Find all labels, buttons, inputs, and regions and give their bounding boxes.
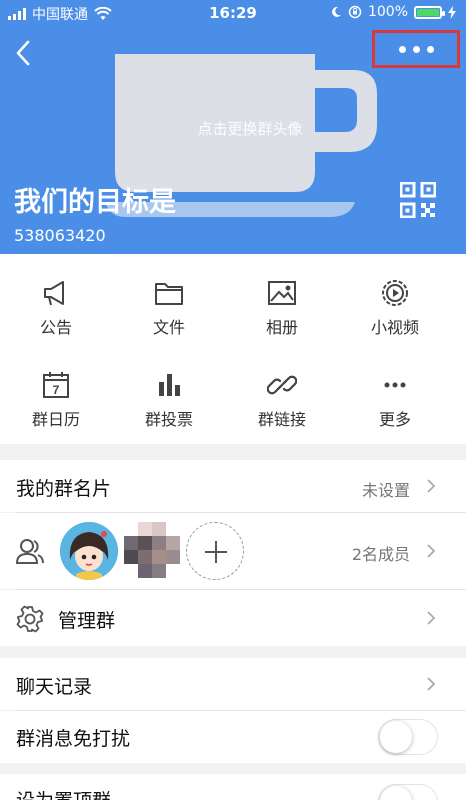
calendar-day: 7	[53, 383, 60, 397]
do-not-disturb-title: 群消息免打扰	[16, 728, 131, 750]
moon-icon	[332, 6, 341, 17]
group-id: 538063420	[14, 226, 106, 245]
members-icon	[16, 539, 44, 564]
feature-label: 群链接	[257, 410, 306, 429]
group-header: 中国联通 16:29 100% 点击更换群头像 我们的目标是 538063420	[0, 0, 466, 254]
manage-group-row[interactable]: 管理群	[0, 590, 466, 646]
feature-more[interactable]: 更多	[339, 370, 451, 450]
feature-label: 相册	[265, 318, 298, 337]
pin-top-row: 设为置顶群	[0, 774, 466, 800]
my-group-card-value: 未设置	[361, 481, 410, 500]
chevron-right-icon	[427, 611, 436, 625]
calendar-icon: 7	[43, 372, 69, 398]
chat-history-row[interactable]: 聊天记录	[0, 658, 466, 710]
qr-code-icon[interactable]	[400, 182, 436, 218]
add-member-button[interactable]	[186, 522, 244, 580]
status-bar: 中国联通 16:29 100%	[0, 0, 466, 26]
my-group-card-row[interactable]: 我的群名片 未设置	[0, 460, 466, 512]
chevron-right-icon	[427, 479, 436, 493]
feature-group-link[interactable]: 群链接	[226, 370, 338, 450]
member-avatar-blurred[interactable]	[122, 522, 184, 580]
feature-label: 公告	[39, 318, 72, 337]
group-name: 我们的目标是	[14, 187, 176, 218]
do-not-disturb-row: 群消息免打扰	[0, 711, 466, 763]
gear-icon	[16, 605, 44, 633]
members-row[interactable]: 2名成员	[0, 513, 466, 589]
feature-label: 群日历	[31, 410, 80, 429]
folder-icon	[155, 283, 183, 305]
chevron-right-icon	[427, 677, 436, 691]
member-avatar[interactable]	[60, 522, 118, 580]
member-count: 2名成员	[351, 545, 410, 564]
feature-label: 群投票	[144, 410, 193, 429]
feature-album[interactable]: 相册	[226, 278, 338, 358]
feature-files[interactable]: 文件	[113, 278, 225, 358]
pin-top-toggle[interactable]	[378, 784, 438, 800]
charging-icon	[448, 5, 456, 19]
battery-icon	[414, 5, 445, 19]
feature-group-vote[interactable]: 群投票	[113, 370, 225, 450]
feature-label: 小视频	[370, 318, 419, 337]
feature-announcement[interactable]: 公告	[0, 278, 112, 358]
change-avatar-hint[interactable]: 点击更换群头像	[150, 118, 350, 139]
more-dots-icon	[384, 382, 406, 388]
pin-top-title: 设为置顶群	[16, 786, 111, 800]
manage-group-title: 管理群	[58, 610, 116, 632]
feature-label: 更多	[378, 410, 411, 429]
do-not-disturb-toggle[interactable]	[378, 719, 438, 755]
feature-short-video[interactable]: 小视频	[339, 278, 451, 358]
battery-label: 100%	[367, 4, 408, 20]
feature-group-calendar[interactable]: 7 群日历	[0, 370, 112, 450]
chat-history-title: 聊天记录	[16, 676, 93, 698]
bar-chart-icon	[159, 374, 180, 396]
photo-album-icon	[268, 281, 296, 305]
video-play-icon	[382, 280, 408, 306]
back-arrow-icon[interactable]	[10, 38, 40, 68]
feature-label: 文件	[152, 318, 185, 337]
more-options-icon[interactable]	[393, 39, 439, 59]
group-feature-grid: 公告 文件 相册 小视频 7 群日历 群投票 群链接 更多	[0, 254, 466, 444]
megaphone-icon	[44, 281, 64, 306]
link-icon	[267, 375, 297, 395]
rotation-lock-icon	[348, 5, 362, 19]
chevron-right-icon	[427, 544, 436, 558]
my-group-card-title: 我的群名片	[16, 478, 112, 500]
